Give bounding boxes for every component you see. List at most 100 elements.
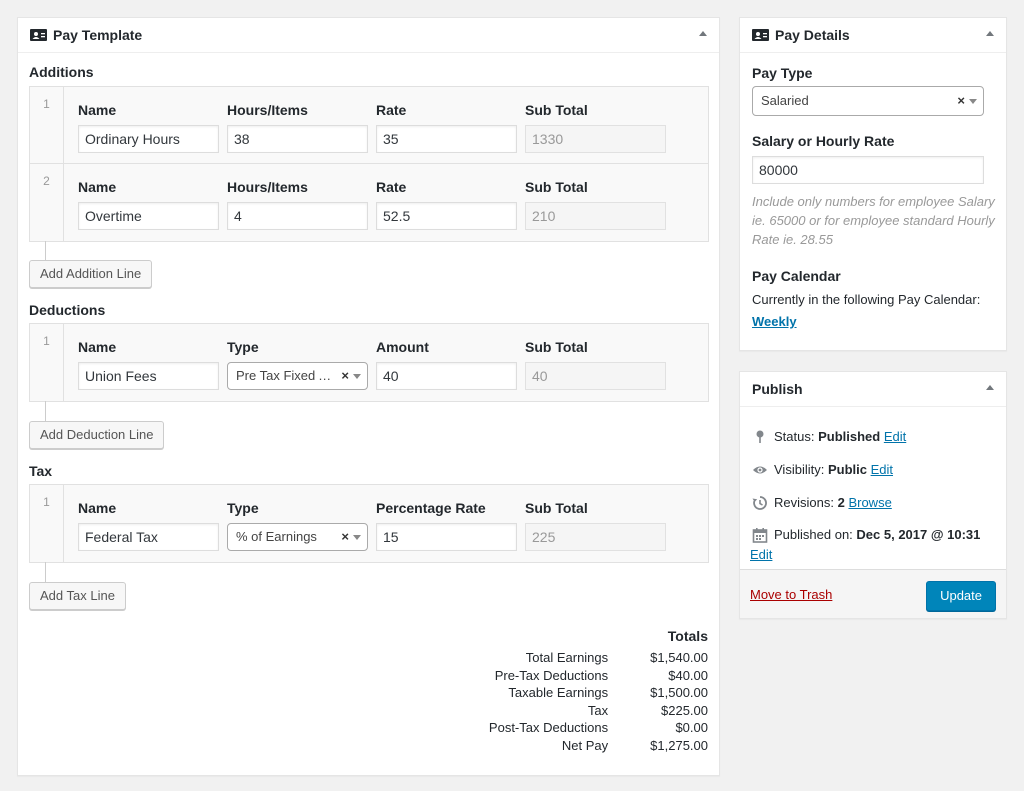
status-label: Status: bbox=[774, 429, 815, 444]
subtotal-label: Sub Total bbox=[525, 179, 588, 195]
pay-type-select[interactable]: Salaried × bbox=[752, 86, 984, 116]
addition-rate-input[interactable]: 35 bbox=[376, 125, 517, 153]
addition-hours-input[interactable]: 4 bbox=[227, 202, 368, 230]
hours-label: Hours/Items bbox=[227, 179, 308, 195]
totals-label: Total Earnings bbox=[525, 650, 609, 665]
published-on-edit-link[interactable]: Edit bbox=[750, 547, 772, 562]
row-number: 1 bbox=[30, 87, 64, 163]
totals-value: $40.00 bbox=[668, 667, 708, 683]
tax-subtotal-field: 225 bbox=[525, 523, 666, 551]
row-number: 1 bbox=[30, 485, 64, 562]
subtotal-label: Sub Total bbox=[525, 339, 588, 355]
totals-table: Total Earnings $1,540.00 Pre-Tax Deductio… bbox=[489, 649, 708, 754]
update-button[interactable]: Update bbox=[926, 581, 996, 611]
pay-details-header[interactable]: Pay Details bbox=[740, 18, 1006, 53]
totals-summary: Totals Total Earnings $1,540.00 Pre-Tax D… bbox=[489, 628, 708, 754]
totals-row: Tax $225.00 bbox=[489, 702, 708, 720]
totals-label: Post-Tax Deductions bbox=[488, 720, 609, 735]
status-edit-link[interactable]: Edit bbox=[884, 429, 906, 444]
rate-label: Salary or Hourly Rate bbox=[752, 133, 895, 149]
pay-calendar-link[interactable]: Weekly bbox=[752, 314, 797, 329]
type-label: Type bbox=[227, 339, 259, 355]
addition-name-input[interactable]: Ordinary Hours bbox=[78, 125, 219, 153]
addition-row: 1 Name Ordinary Hours Hours/Items 38 Rate 3… bbox=[30, 87, 708, 164]
add-addition-line-button[interactable]: Add Addition Line bbox=[29, 260, 153, 288]
additions-title: Additions bbox=[29, 64, 94, 80]
pin-icon bbox=[756, 430, 764, 443]
clear-selection-icon[interactable]: × bbox=[957, 93, 965, 109]
visibility-value: Public bbox=[827, 462, 867, 477]
pay-calendar-label: Pay Calendar bbox=[752, 268, 841, 284]
pay-details-box: Pay Details Pay Type Salaried × Salary o… bbox=[739, 17, 1007, 351]
move-to-trash-link[interactable]: Move to Trash bbox=[750, 587, 832, 602]
clear-selection-icon[interactable]: × bbox=[341, 529, 349, 545]
status-row: Status: Published Edit bbox=[752, 429, 906, 445]
collapse-arrow-icon[interactable] bbox=[986, 385, 994, 390]
name-label: Name bbox=[78, 179, 117, 195]
name-label: Name bbox=[78, 339, 117, 355]
rate-label: Rate bbox=[376, 102, 407, 118]
chevron-down-icon[interactable] bbox=[969, 99, 977, 104]
repeater-connector bbox=[45, 562, 46, 582]
addition-subtotal-field: 1330 bbox=[525, 125, 666, 153]
totals-label: Taxable Earnings bbox=[508, 685, 609, 700]
deduction-amount-input[interactable]: 40 bbox=[376, 362, 517, 390]
eye-icon bbox=[753, 466, 767, 474]
deduction-row: 1 Name Union Fees Type Pre Tax Fixed Amou… bbox=[30, 324, 708, 401]
name-label: Name bbox=[78, 102, 117, 118]
subtotal-label: Sub Total bbox=[525, 500, 588, 516]
deductions-title: Deductions bbox=[29, 302, 106, 318]
pay-template-header[interactable]: Pay Template bbox=[18, 18, 719, 53]
tax-row: 1 Name Federal Tax Type % of Earnings × P… bbox=[30, 485, 708, 562]
collapse-arrow-icon[interactable] bbox=[699, 31, 707, 36]
totals-label: Pre-Tax Deductions bbox=[494, 667, 609, 683]
deduction-name-input[interactable]: Union Fees bbox=[78, 362, 219, 390]
repeater-connector bbox=[45, 401, 46, 421]
addition-rate-input[interactable]: 52.5 bbox=[376, 202, 517, 230]
visibility-label: Visibility: bbox=[774, 462, 825, 477]
name-label: Name bbox=[78, 500, 117, 516]
chevron-down-icon[interactable] bbox=[353, 535, 361, 540]
totals-value: $1,500.00 bbox=[650, 685, 708, 700]
tax-title: Tax bbox=[29, 463, 53, 479]
browse-revisions-link[interactable]: Browse bbox=[848, 495, 891, 510]
totals-row: Net Pay $1,275.00 bbox=[489, 737, 708, 755]
clear-selection-icon[interactable]: × bbox=[341, 368, 349, 384]
pay-template-box: Pay Template Additions 1 Name Ordinary Ho… bbox=[17, 17, 720, 776]
tax-name-input[interactable]: Federal Tax bbox=[78, 523, 219, 551]
published-on-label: Published on: bbox=[774, 527, 853, 542]
publish-header[interactable]: Publish bbox=[740, 372, 1006, 407]
collapse-arrow-icon[interactable] bbox=[986, 31, 994, 36]
row-number: 2 bbox=[30, 164, 64, 241]
totals-value: $225.00 bbox=[661, 702, 708, 718]
hours-label: Hours/Items bbox=[227, 102, 308, 118]
deduction-type-select[interactable]: Pre Tax Fixed Amount × bbox=[227, 362, 368, 390]
add-deduction-line-button[interactable]: Add Deduction Line bbox=[29, 421, 165, 449]
id-card-icon bbox=[30, 29, 47, 41]
published-on-value: Dec 5, 2017 @ 10:31 bbox=[856, 527, 981, 542]
totals-row: Taxable Earnings $1,500.00 bbox=[489, 684, 708, 702]
additions-repeater: 1 Name Ordinary Hours Hours/Items 38 Rate 3… bbox=[29, 86, 709, 242]
revisions-label: Revisions: bbox=[774, 495, 834, 510]
add-tax-line-button[interactable]: Add Tax Line bbox=[29, 582, 126, 610]
pay-details-title: Pay Details bbox=[775, 27, 850, 43]
tax-rate-input[interactable]: 15 bbox=[376, 523, 517, 551]
history-icon bbox=[752, 496, 767, 510]
status-value: Published bbox=[818, 429, 881, 444]
totals-row: Pre-Tax Deductions $40.00 bbox=[489, 667, 708, 685]
totals-row: Total Earnings $1,540.00 bbox=[489, 649, 708, 667]
calendar-icon bbox=[752, 528, 768, 543]
totals-row: Post-Tax Deductions $0.00 bbox=[489, 719, 708, 737]
publish-actions: Move to Trash Update bbox=[740, 569, 1006, 618]
salary-rate-input[interactable]: 80000 bbox=[752, 156, 984, 184]
addition-hours-input[interactable]: 38 bbox=[227, 125, 368, 153]
tax-type-select[interactable]: % of Earnings × bbox=[227, 523, 368, 551]
percentage-rate-label: Percentage Rate bbox=[376, 500, 486, 516]
published-on-row: Published on: Dec 5, 2017 @ 10:31 bbox=[752, 527, 980, 543]
visibility-edit-link[interactable]: Edit bbox=[871, 462, 893, 477]
amount-label: Amount bbox=[376, 339, 429, 355]
visibility-row: Visibility: Public Edit bbox=[752, 462, 893, 478]
chevron-down-icon[interactable] bbox=[353, 374, 361, 379]
addition-row: 2 Name Overtime Hours/Items 4 Rate 52.5 Sub… bbox=[30, 164, 708, 241]
addition-name-input[interactable]: Overtime bbox=[78, 202, 219, 230]
